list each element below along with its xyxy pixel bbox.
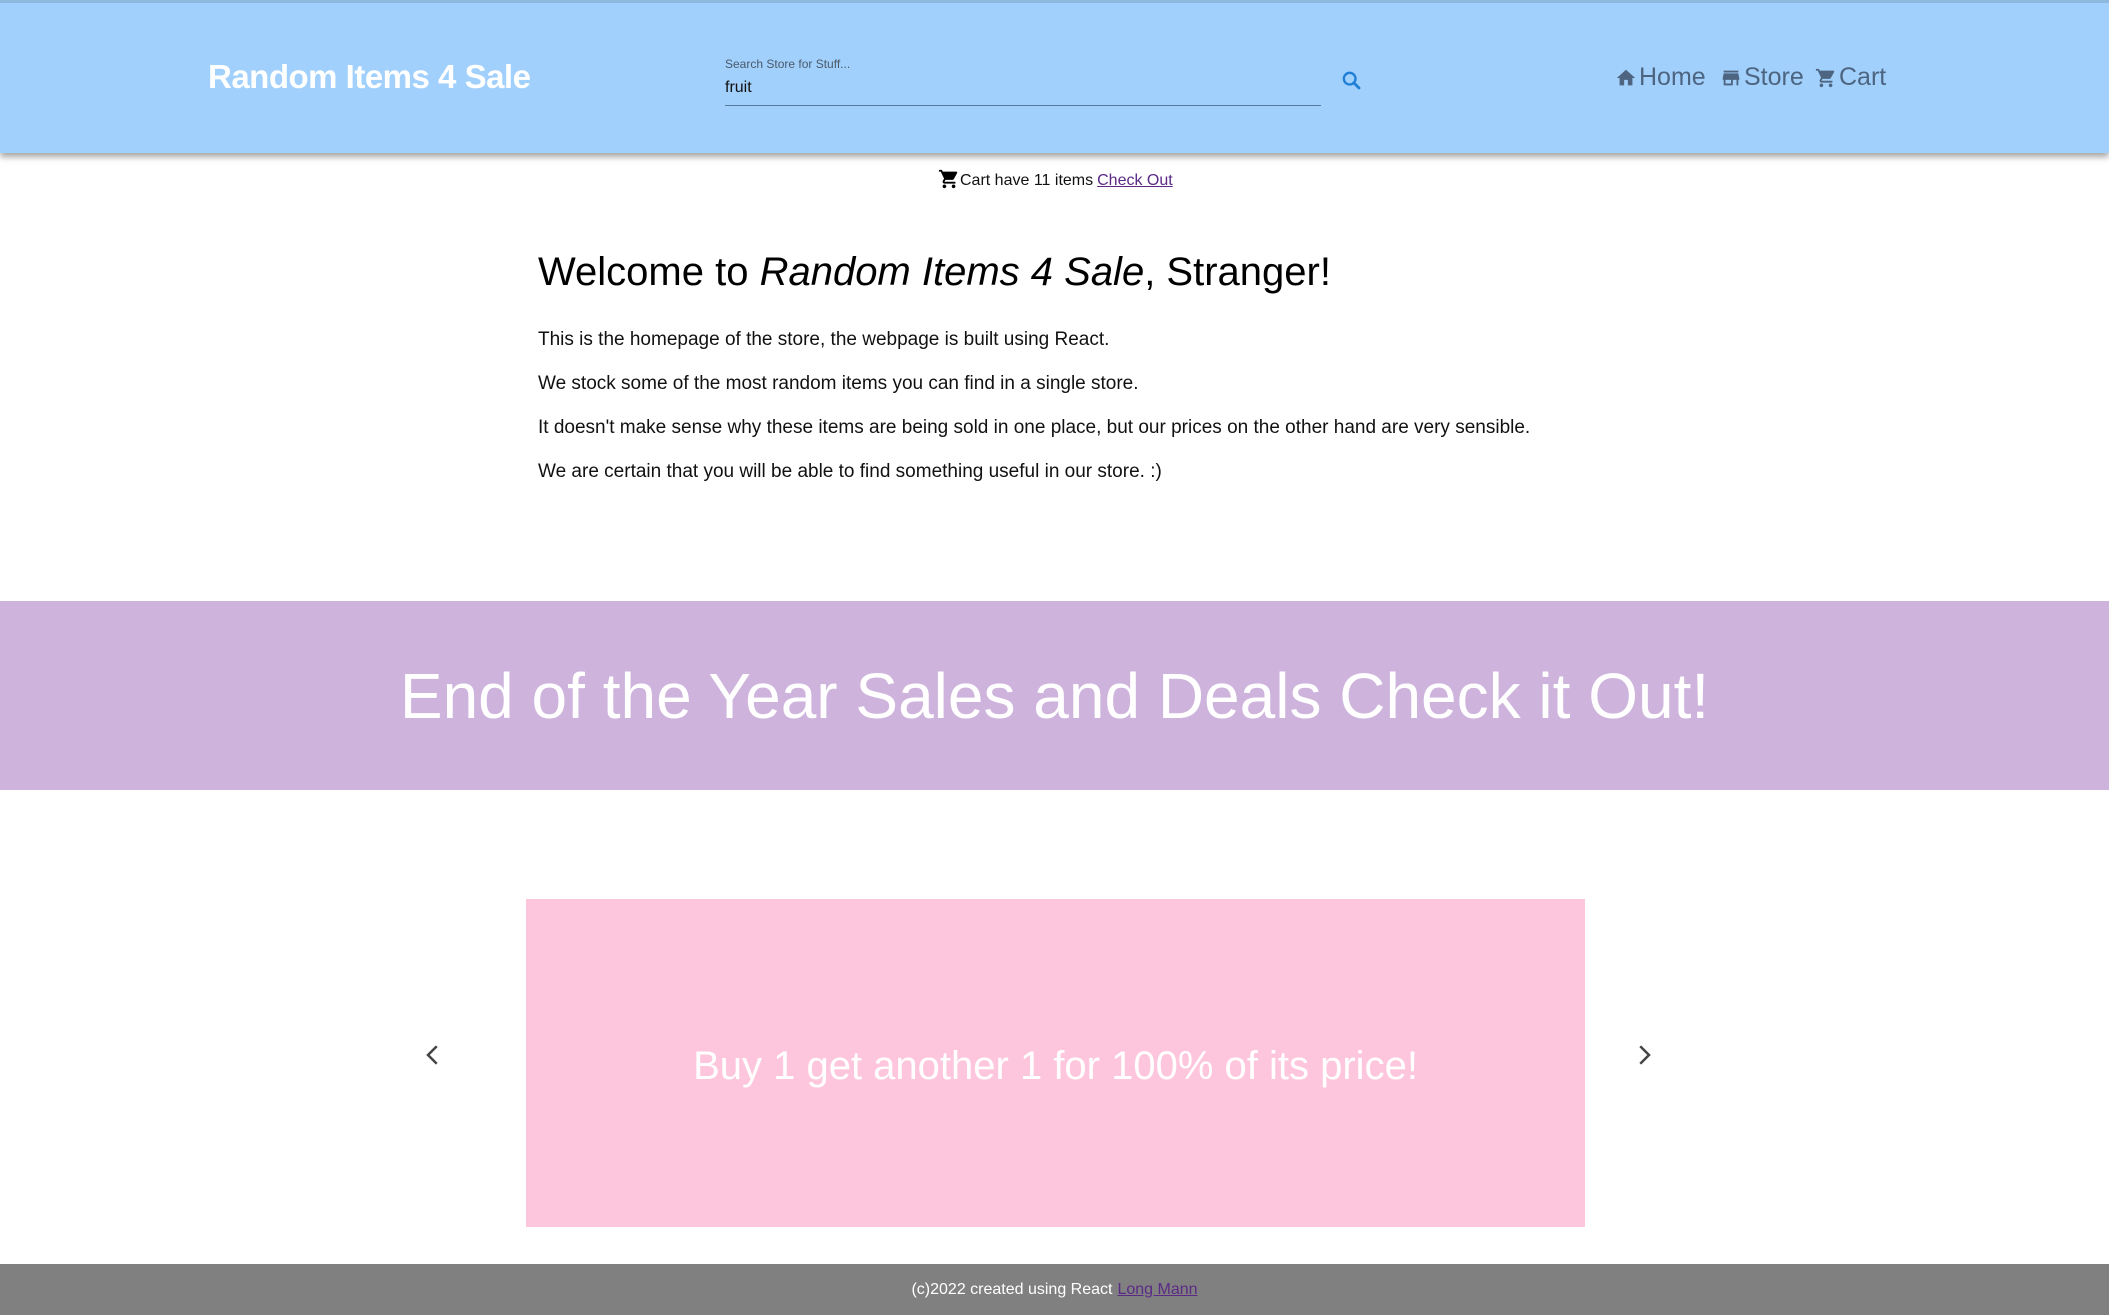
carousel-slide[interactable]: Buy 1 get another 1 for 100% of its pric…: [526, 899, 1585, 1227]
carousel-slide-text: Buy 1 get another 1 for 100% of its pric…: [693, 1043, 1418, 1088]
shopping-cart-icon: [938, 169, 958, 189]
chevron-right-icon: [1639, 1045, 1651, 1065]
cart-status-suffix: items: [1054, 172, 1094, 189]
nav-cart-label: Cart: [1839, 63, 1887, 91]
welcome-paragraph: We stock some of the most random items y…: [538, 373, 1139, 394]
author-link[interactable]: Long Mann: [1117, 1281, 1197, 1299]
nav-cart[interactable]: Cart: [1815, 63, 1886, 92]
welcome-prefix: Welcome to: [538, 250, 760, 294]
welcome-paragraph: It doesn't make sense why these items ar…: [538, 417, 1531, 438]
carousel-next-button[interactable]: [1629, 1040, 1659, 1070]
page-footer: (c)2022 created using React Long Mann: [0, 1264, 2109, 1315]
nav-store-label: Store: [1744, 63, 1804, 91]
welcome-paragraph: This is the homepage of the store, the w…: [538, 329, 1110, 350]
brand-title[interactable]: Random Items 4 Sale: [208, 58, 531, 96]
cart-status: Cart have 11 items Check Out: [938, 168, 1173, 190]
cart-status-prefix: Cart have: [960, 172, 1030, 189]
nav-home-label: Home: [1639, 63, 1706, 91]
store-icon: [1722, 70, 1740, 85]
welcome-paragraph: We are certain that you will be able to …: [538, 461, 1162, 482]
search-input[interactable]: [725, 75, 1305, 101]
nav-store[interactable]: Store: [1720, 63, 1804, 92]
search-label: Search Store for Stuff...: [725, 57, 851, 71]
welcome-store-name: Random Items 4 Sale: [759, 250, 1145, 294]
carousel-prev-button[interactable]: [418, 1040, 448, 1070]
welcome-suffix: , Stranger!: [1144, 250, 1331, 294]
chevron-left-icon: [426, 1045, 438, 1065]
checkout-link[interactable]: Check Out: [1097, 172, 1173, 190]
sales-banner[interactable]: End of the Year Sales and Deals Check it…: [0, 601, 2109, 790]
search-button[interactable]: [1338, 67, 1366, 95]
home-icon: [1616, 69, 1636, 85]
footer-text: (c)2022 created using React: [911, 1280, 1113, 1298]
cart-icon: [1815, 68, 1835, 87]
search-field[interactable]: Search Store for Stuff...: [725, 55, 1321, 106]
search-icon: [1342, 71, 1361, 90]
welcome-heading: Welcome to Random Items 4 Sale, Stranger…: [538, 250, 1331, 295]
cart-item-count: 11: [1033, 172, 1051, 189]
nav-home[interactable]: Home: [1615, 63, 1706, 92]
sales-banner-text: End of the Year Sales and Deals Check it…: [399, 659, 1710, 732]
app-header: Random Items 4 Sale Search Store for Stu…: [0, 0, 2109, 153]
